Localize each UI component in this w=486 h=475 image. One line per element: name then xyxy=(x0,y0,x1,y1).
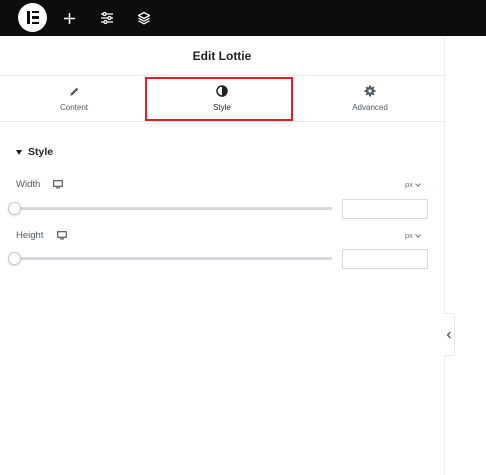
chevron-down-icon xyxy=(415,180,421,187)
panel-collapse-toggle[interactable] xyxy=(444,313,455,356)
layers-icon[interactable] xyxy=(134,8,154,28)
sliders-icon[interactable] xyxy=(97,8,117,28)
chevron-down-icon xyxy=(415,231,421,238)
tab-advanced-label: Advanced xyxy=(352,103,388,112)
height-input[interactable] xyxy=(342,249,428,269)
tab-style[interactable]: Style xyxy=(148,76,296,121)
pencil-icon xyxy=(69,87,78,96)
height-label: Height xyxy=(16,230,44,241)
caret-down-icon xyxy=(16,149,22,155)
width-unit-select[interactable]: px xyxy=(405,180,421,189)
tab-content[interactable]: Content xyxy=(0,76,148,121)
tab-style-label: Style xyxy=(213,103,231,112)
top-toolbar xyxy=(0,0,486,36)
panel-tabs: Content Style Advanced xyxy=(0,76,444,122)
plus-icon[interactable] xyxy=(59,8,79,28)
width-label: Width xyxy=(16,179,41,190)
height-unit-select[interactable]: px xyxy=(405,231,421,240)
height-slider-handle[interactable] xyxy=(8,252,21,265)
editor-panel: Edit Lottie Content Style Advanced Style… xyxy=(0,36,444,475)
desktop-icon[interactable] xyxy=(53,180,63,189)
height-unit-value: px xyxy=(405,231,413,240)
desktop-icon[interactable] xyxy=(57,231,67,240)
height-slider-track[interactable] xyxy=(15,257,332,260)
chevron-left-icon xyxy=(446,331,451,338)
width-slider-track[interactable] xyxy=(15,207,332,210)
half-circle-icon xyxy=(216,85,228,97)
preview-area xyxy=(444,36,486,475)
tab-content-label: Content xyxy=(59,102,89,112)
panel-header: Edit Lottie xyxy=(0,36,444,76)
gear-icon xyxy=(364,85,376,97)
width-unit-value: px xyxy=(405,180,413,189)
tab-advanced[interactable]: Advanced xyxy=(296,76,444,121)
panel-title: Edit Lottie xyxy=(192,48,252,63)
section-title: Style xyxy=(28,146,54,158)
width-slider-handle[interactable] xyxy=(8,202,21,215)
width-input[interactable] xyxy=(342,199,428,219)
style-section-toggle[interactable]: Style xyxy=(16,146,53,158)
elementor-logo-icon[interactable] xyxy=(18,3,47,32)
